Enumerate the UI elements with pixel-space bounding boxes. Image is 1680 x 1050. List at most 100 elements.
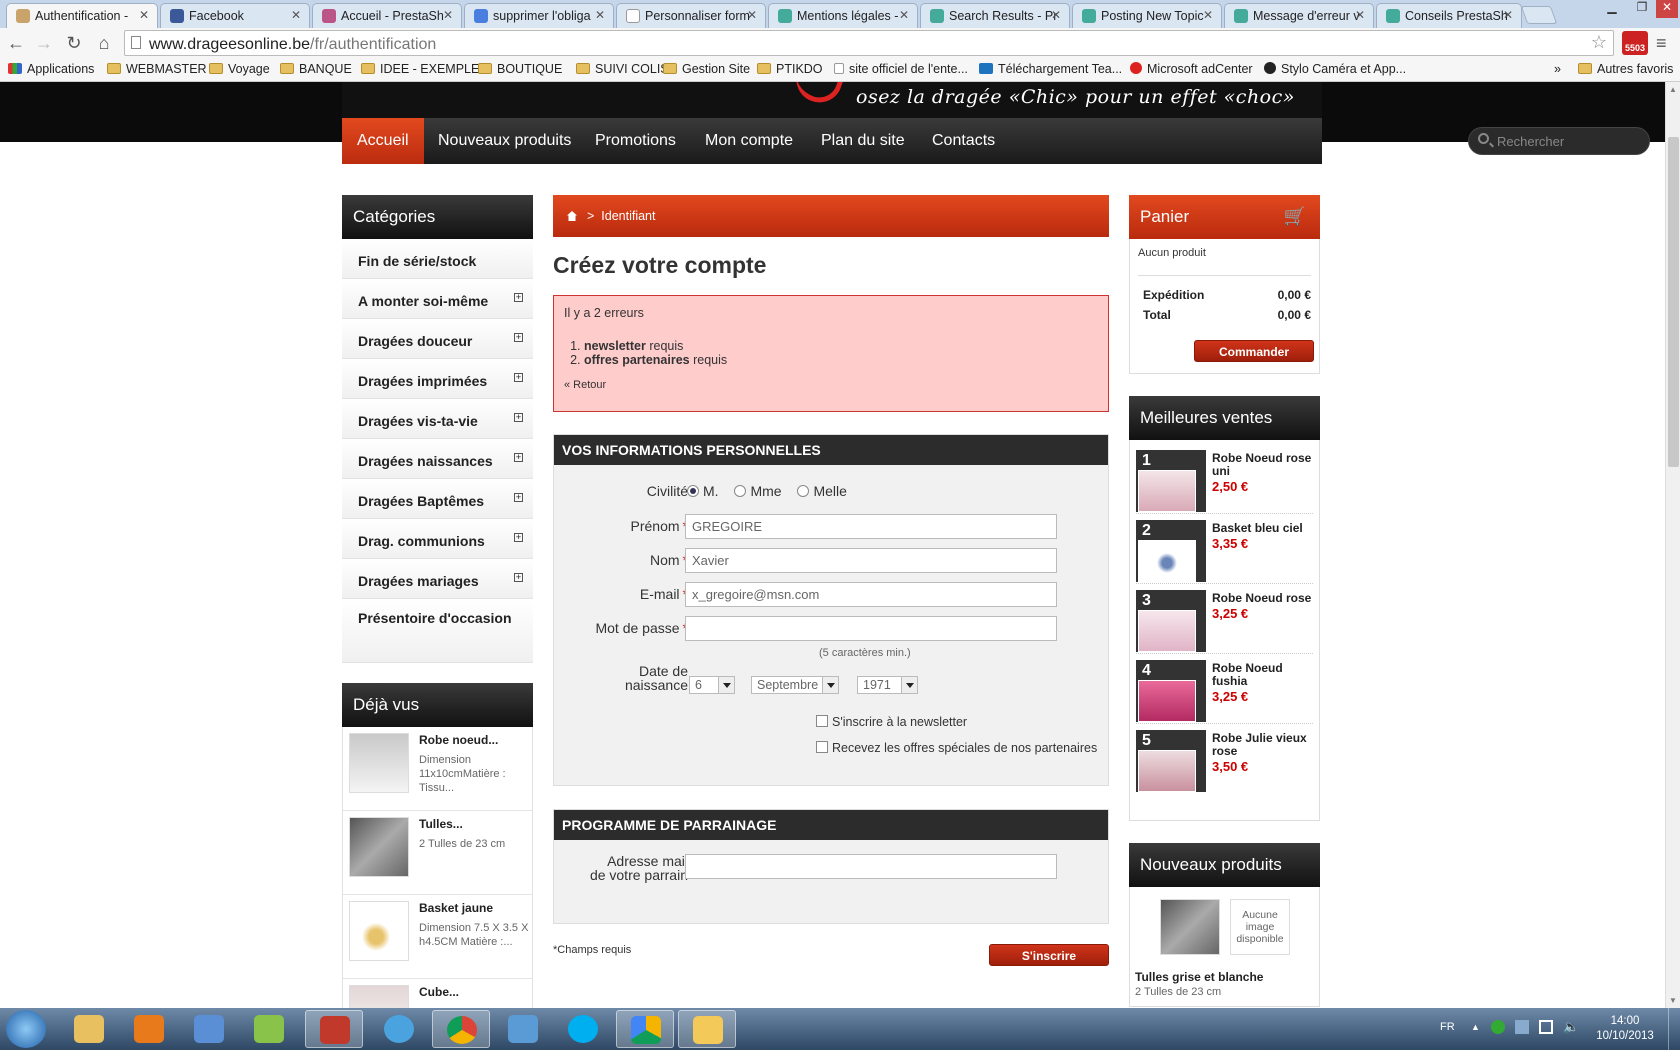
language-indicator[interactable]: FR [1440,1021,1455,1033]
email-field[interactable]: x_gregoire@msn.com [685,582,1057,607]
list-item[interactable]: Tulles... 2 Tulles de 23 cm [343,811,532,895]
radio-button[interactable] [797,485,810,497]
menu-mon-compte[interactable]: Mon compte [690,118,808,164]
checkout-button[interactable]: Commander [1194,340,1314,362]
restore-window-icon[interactable] [1602,0,1626,18]
list-item[interactable]: 3 Robe Noeud rose 3,25 € [1136,584,1313,654]
checkbox[interactable] [816,741,828,753]
close-tab-icon[interactable]: ✕ [443,8,453,22]
expand-icon[interactable]: + [514,413,523,422]
site-logo[interactable] [789,82,845,109]
bookmark-folder[interactable]: BOUTIQUE [478,62,562,76]
list-item[interactable]: 2 Basket bleu ciel 3,35 € [1136,514,1313,584]
product-thumbnail[interactable] [1160,899,1220,955]
civility-option-mme[interactable]: Mme [734,483,782,499]
search-input[interactable]: Rechercher [1468,127,1650,155]
category-item[interactable]: A monter soi-même + [342,279,533,319]
scroll-down-icon[interactable]: ▼ [1669,996,1677,1005]
bookmark-folder[interactable]: SUIVI COLIS [576,62,669,76]
register-button[interactable]: S'inscrire [989,944,1109,966]
bookmark-star-icon[interactable]: ☆ [1591,32,1607,53]
product-thumbnail[interactable]: 2 [1136,520,1206,582]
category-item[interactable]: Dragées Baptêmes + [342,479,533,519]
birth-year-select[interactable]: 1971 [857,676,918,694]
menu-icon[interactable]: ≡ [1656,33,1667,54]
close-window-icon[interactable]: ✕ [1656,0,1678,18]
tab-facebook[interactable]: Facebook ✕ [160,3,310,28]
list-item[interactable]: 1 Robe Noeud rose uni 2,50 € [1136,444,1313,514]
birth-month-select[interactable]: Septembre [751,676,839,694]
category-item[interactable]: Dragées imprimées + [342,359,533,399]
product-thumbnail[interactable]: 4 [1136,660,1206,722]
home-icon[interactable]: ⌂ [92,31,116,55]
partners-checkbox[interactable]: Recevez les offres spéciales de nos part… [816,741,1097,755]
menu-contacts[interactable]: Contacts [917,118,1010,164]
category-item[interactable]: Dragées mariages + [342,559,533,599]
drive-sync-icon[interactable] [1515,1020,1529,1034]
newsletter-checkbox[interactable]: S'inscrire à la newsletter [816,715,967,729]
bookmark-applications[interactable]: Applications [8,62,94,76]
no-image-placeholder[interactable]: Aucune image disponible [1230,899,1290,955]
radio-button[interactable] [687,485,699,497]
scroll-up-icon[interactable]: ▲ [1669,85,1677,94]
category-item[interactable]: Dragées douceur + [342,319,533,359]
menu-promotions[interactable]: Promotions [580,118,691,164]
mail-taskbar-button[interactable] [678,1010,736,1048]
category-item[interactable]: Dragées vis-ta-vie + [342,399,533,439]
maximize-window-icon[interactable]: ❐ [1630,0,1654,18]
bookmark-link[interactable]: site officiel de l'ente... [834,62,968,76]
reload-icon[interactable]: ↻ [62,31,86,55]
bookmark-folder[interactable]: BANQUE [280,62,352,76]
skype-taskbar-button[interactable] [554,1010,612,1048]
tab-search-results[interactable]: Search Results - Pr ✕ [920,3,1070,28]
birth-day-select[interactable]: 6 [689,676,735,694]
radio-button[interactable] [734,485,747,497]
expand-icon[interactable]: + [514,533,523,542]
list-item[interactable]: Cube... [343,979,532,1008]
tab-authentification[interactable]: Authentification - ✕ [6,3,158,29]
expand-icon[interactable]: + [514,453,523,462]
bookmark-folder[interactable]: IDEE - EXEMPLE [361,62,479,76]
product-thumbnail[interactable]: 5 [1136,730,1206,792]
bookmarks-overflow[interactable]: » [1554,62,1561,76]
explorer-taskbar-button[interactable] [60,1010,118,1048]
close-tab-icon[interactable]: ✕ [899,8,909,22]
page-scrollbar[interactable]: ▲ ▼ [1665,82,1680,1008]
list-item[interactable]: Robe noeud... Dimension 11x10cmMatière :… [343,727,532,811]
close-tab-icon[interactable]: ✕ [291,8,301,22]
product-thumbnail[interactable] [349,733,409,793]
product-thumbnail[interactable] [349,985,409,1008]
new-product-title[interactable]: Tulles grise et blanche [1135,970,1263,984]
firstname-field[interactable]: GREGOIRE [685,514,1057,539]
back-link[interactable]: « Retour [564,379,606,391]
bookmark-folder[interactable]: Voyage [209,62,270,76]
filezilla-taskbar-button[interactable] [305,1010,363,1048]
close-tab-icon[interactable]: ✕ [1355,8,1365,22]
tab-mentions[interactable]: Mentions légales - ✕ [768,3,918,28]
close-tab-icon[interactable]: ✕ [1203,8,1213,22]
media-player-taskbar-button[interactable] [120,1010,178,1048]
close-tab-icon[interactable]: ✕ [139,8,149,22]
tab-personnaliser[interactable]: Personnaliser form ✕ [616,3,766,28]
list-item[interactable]: Basket jaune Dimension 7.5 X 3.5 X h4.5C… [343,895,532,979]
list-item[interactable]: 4 Robe Noeud fushia 3,25 € [1136,654,1313,724]
product-thumbnail[interactable] [349,817,409,877]
bookmark-link[interactable]: Microsoft adCenter [1130,62,1253,76]
control-panel-taskbar-button[interactable] [494,1010,552,1048]
bookmark-folder[interactable]: Gestion Site [663,62,750,76]
paint-taskbar-button[interactable] [180,1010,238,1048]
expand-icon[interactable]: + [514,333,523,342]
product-thumbnail[interactable]: 3 [1136,590,1206,652]
civility-option-melle[interactable]: Melle [797,483,847,499]
category-item[interactable]: Présentoire d'occasion [342,599,533,663]
tray-app-icon[interactable] [1491,1020,1505,1034]
other-bookmarks[interactable]: Autres favoris [1578,62,1673,76]
show-desktop-button[interactable] [1668,1008,1680,1050]
bookmark-folder[interactable]: PTIKDO [757,62,823,76]
close-tab-icon[interactable]: ✕ [747,8,757,22]
list-item[interactable]: 5 Robe Julie vieux rose 3,50 € [1136,724,1313,794]
extension-badge[interactable]: 5503 [1622,31,1648,55]
volume-icon[interactable]: 🔈 [1563,1019,1579,1035]
cart-icon[interactable]: 🛒 [1284,206,1306,227]
product-thumbnail[interactable]: 1 [1136,450,1206,512]
